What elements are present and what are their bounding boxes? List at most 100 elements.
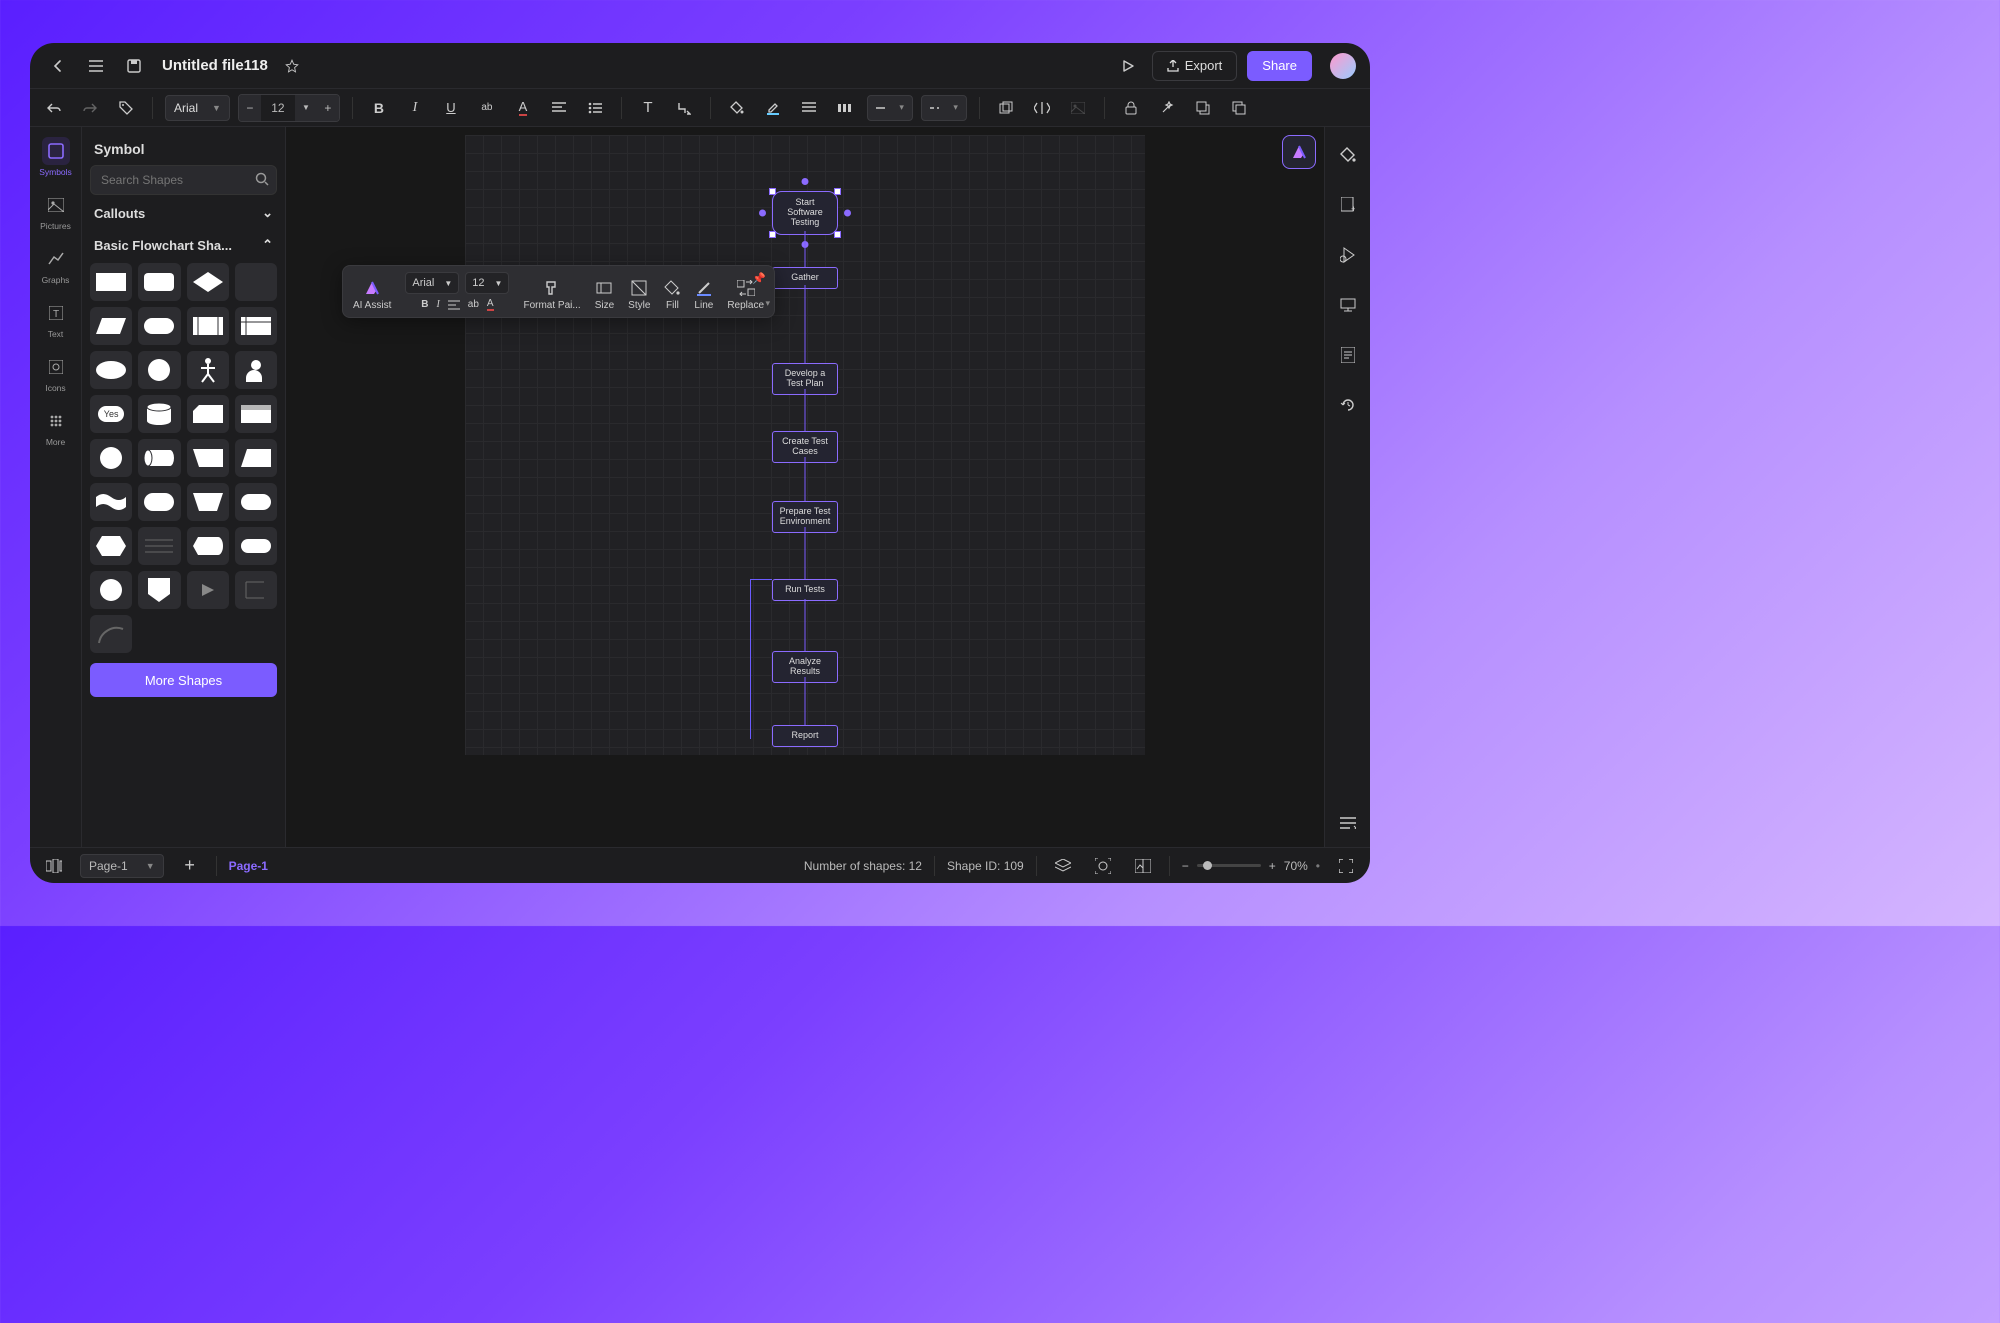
mini-font-select[interactable]: Arial▼ xyxy=(405,272,459,294)
menu-button[interactable] xyxy=(82,52,110,80)
image-icon[interactable] xyxy=(1064,94,1092,122)
line-style-select[interactable]: ▾ xyxy=(867,95,913,121)
shape-arc[interactable] xyxy=(90,615,132,653)
shape-terminator[interactable] xyxy=(138,307,180,345)
shape-pill[interactable] xyxy=(138,483,180,521)
collapse-rail-icon[interactable] xyxy=(1334,809,1362,837)
shape-note[interactable] xyxy=(235,571,277,609)
zoom-slider[interactable] xyxy=(1197,864,1261,867)
ai-badge[interactable] xyxy=(1282,135,1316,169)
search-icon[interactable] xyxy=(255,172,269,186)
pages-icon[interactable] xyxy=(40,852,68,880)
section-basic-flowchart[interactable]: Basic Flowchart Sha... ⌃ xyxy=(90,227,277,259)
shape-double-wave[interactable] xyxy=(90,483,132,521)
pin-icon[interactable]: 📌 xyxy=(752,272,766,285)
mini-format-painter[interactable]: Format Pai... xyxy=(523,280,580,311)
more-shapes-button[interactable]: More Shapes xyxy=(90,663,277,697)
section-callouts[interactable]: Callouts ⌄ xyxy=(90,195,277,227)
lock-icon[interactable] xyxy=(1117,94,1145,122)
shape-display[interactable] xyxy=(187,527,229,565)
flip-icon[interactable] xyxy=(1028,94,1056,122)
highlight-icon[interactable] xyxy=(759,94,787,122)
shape-internal-storage[interactable] xyxy=(235,307,277,345)
shape-cylinder-h[interactable] xyxy=(138,439,180,477)
mini-ai-assist[interactable]: AI Assist xyxy=(353,280,391,311)
rail-symbols[interactable]: Symbols xyxy=(39,137,72,177)
shape-manual-op[interactable] xyxy=(187,439,229,477)
font-size-minus[interactable]: − xyxy=(239,95,261,121)
mini-size[interactable]: Size xyxy=(595,280,614,311)
shape-yes-badge[interactable]: Yes xyxy=(90,395,132,433)
bold-icon[interactable]: B xyxy=(365,94,393,122)
rail-text[interactable]: T Text xyxy=(42,299,70,339)
list-icon[interactable] xyxy=(581,94,609,122)
mini-fill[interactable]: Fill xyxy=(664,280,680,311)
canvas[interactable]: Start Software Testing Gather Develop a … xyxy=(286,127,1324,847)
shape-play[interactable] xyxy=(187,571,229,609)
fullscreen-icon[interactable] xyxy=(1332,852,1360,880)
align-icon[interactable] xyxy=(545,94,573,122)
shape-trapezoid[interactable] xyxy=(235,439,277,477)
distribute-icon[interactable] xyxy=(831,94,859,122)
text-tool-icon[interactable]: T xyxy=(634,94,662,122)
shape-trapezoid-down[interactable] xyxy=(187,483,229,521)
undo-icon[interactable] xyxy=(40,94,68,122)
shape-circle-2[interactable] xyxy=(90,439,132,477)
mini-style[interactable]: Style xyxy=(628,280,650,311)
page-add-icon[interactable]: + xyxy=(1334,191,1362,219)
text-color-icon[interactable]: A xyxy=(509,94,537,122)
layers-icon[interactable] xyxy=(1049,852,1077,880)
node-run-tests[interactable]: Run Tests xyxy=(772,579,838,601)
back-button[interactable] xyxy=(44,52,72,80)
active-page-tab[interactable]: Page-1 xyxy=(229,859,268,873)
line-dash-select[interactable]: ▾ xyxy=(921,95,967,121)
zoom-in-icon[interactable]: + xyxy=(1269,859,1276,873)
rail-graphs[interactable]: Graphs xyxy=(42,245,70,285)
shape-diamond[interactable] xyxy=(187,263,229,301)
mini-toolbar[interactable]: 📌 AI Assist Arial▼ 12▼ B I ab A xyxy=(342,265,775,318)
mini-bold-icon[interactable]: B xyxy=(421,299,428,310)
avatar[interactable] xyxy=(1330,53,1356,79)
focus-icon[interactable] xyxy=(1089,852,1117,880)
play-icon[interactable] xyxy=(1114,52,1142,80)
zoom-out-icon[interactable]: − xyxy=(1182,859,1189,873)
shape-header-rect[interactable] xyxy=(235,395,277,433)
bring-front-icon[interactable] xyxy=(1189,94,1217,122)
underline-icon[interactable]: U xyxy=(437,94,465,122)
shape-rect[interactable] xyxy=(90,263,132,301)
history-icon[interactable] xyxy=(1334,391,1362,419)
shape-hexagon[interactable] xyxy=(90,527,132,565)
rail-icons[interactable]: Icons xyxy=(42,353,70,393)
save-icon[interactable] xyxy=(120,52,148,80)
export-button[interactable]: Export xyxy=(1152,51,1238,81)
rail-more[interactable]: More xyxy=(42,407,70,447)
mini-line[interactable]: Line xyxy=(694,280,713,311)
shape-offpage[interactable] xyxy=(138,571,180,609)
send-back-icon[interactable] xyxy=(1225,94,1253,122)
shapes-tool-icon[interactable] xyxy=(1334,241,1362,269)
shape-circle[interactable] xyxy=(138,351,180,389)
paint-bucket-icon[interactable] xyxy=(723,94,751,122)
shape-person[interactable] xyxy=(235,351,277,389)
shape-wave[interactable] xyxy=(235,263,277,301)
font-size-chev[interactable]: ▼ xyxy=(295,95,317,121)
node-start[interactable]: Start Software Testing xyxy=(772,191,838,235)
shape-list[interactable] xyxy=(138,527,180,565)
bucket-icon[interactable] xyxy=(1334,141,1362,169)
redo-icon[interactable] xyxy=(76,94,104,122)
magic-icon[interactable] xyxy=(1153,94,1181,122)
mini-textcolor-icon[interactable]: A xyxy=(487,298,494,311)
shape-rounded-rect[interactable] xyxy=(138,263,180,301)
shape-stadium[interactable] xyxy=(235,483,277,521)
minimap-icon[interactable] xyxy=(1129,852,1157,880)
add-page-icon[interactable]: + xyxy=(176,852,204,880)
search-input[interactable] xyxy=(90,165,277,195)
share-button[interactable]: Share xyxy=(1247,51,1312,81)
font-size-stepper[interactable]: − 12 ▼ + xyxy=(238,94,340,122)
connector-icon[interactable] xyxy=(670,94,698,122)
node-report[interactable]: Report xyxy=(772,725,838,747)
font-size-plus[interactable]: + xyxy=(317,95,339,121)
shape-card[interactable] xyxy=(187,395,229,433)
layer-icon[interactable] xyxy=(992,94,1020,122)
notes-icon[interactable] xyxy=(1334,341,1362,369)
